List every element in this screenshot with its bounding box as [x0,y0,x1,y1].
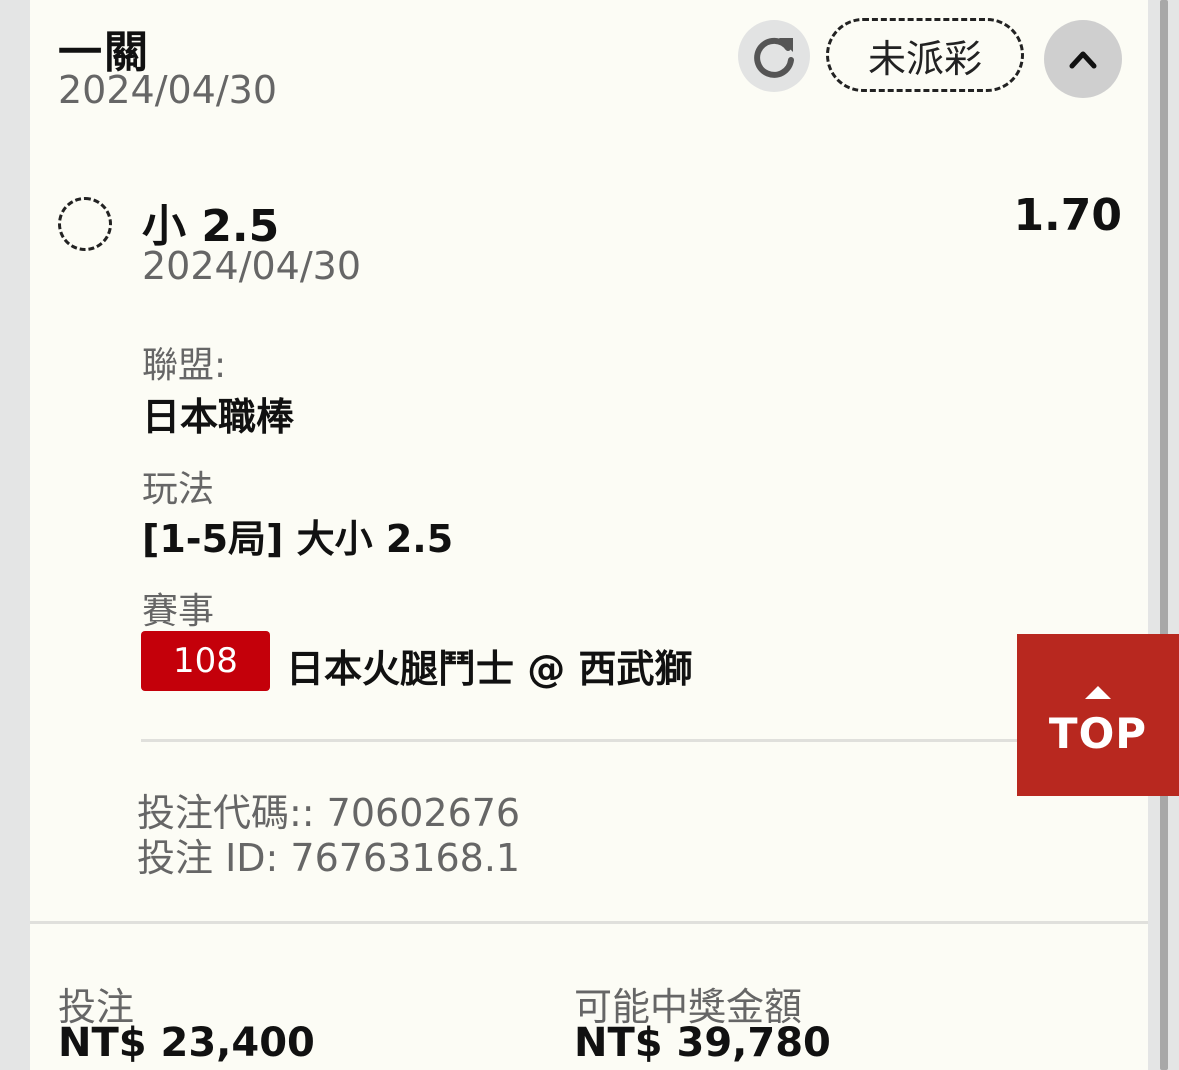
chevron-up-icon [1069,51,1097,69]
event-label: 賽事 [142,591,215,632]
bet-id: 投注 ID: 76763168.1 [137,836,521,880]
bet-date: 2024/04/30 [58,68,278,112]
league-value: 日本職棒 [142,395,295,439]
back-to-top-button[interactable]: TOP [1017,634,1179,796]
match-name: 日本火腿鬥士 @ 西武獅 [286,647,693,691]
scrollbar[interactable] [1160,0,1168,1070]
refresh-button[interactable] [738,20,810,92]
odds-value: 1.70 [1013,190,1122,241]
arrow-up-icon [1085,686,1111,699]
selection-date: 2024/04/30 [142,244,362,288]
market-value: [1-5局] 大小 2.5 [142,517,454,561]
stake-amount: NT$ 23,400 [58,1020,315,1066]
divider [141,739,1021,742]
league-label: 聯盟: [142,345,227,386]
divider [30,921,1148,924]
market-label: 玩法 [142,469,215,510]
payout-amount: NT$ 39,780 [574,1020,831,1066]
refresh-icon [754,37,794,78]
status-badge: 未派彩 [826,18,1024,92]
pending-status-icon [58,197,112,251]
collapse-button[interactable] [1044,20,1122,98]
top-button-label: TOP [1048,709,1148,758]
match-number-badge: 108 [141,631,270,691]
